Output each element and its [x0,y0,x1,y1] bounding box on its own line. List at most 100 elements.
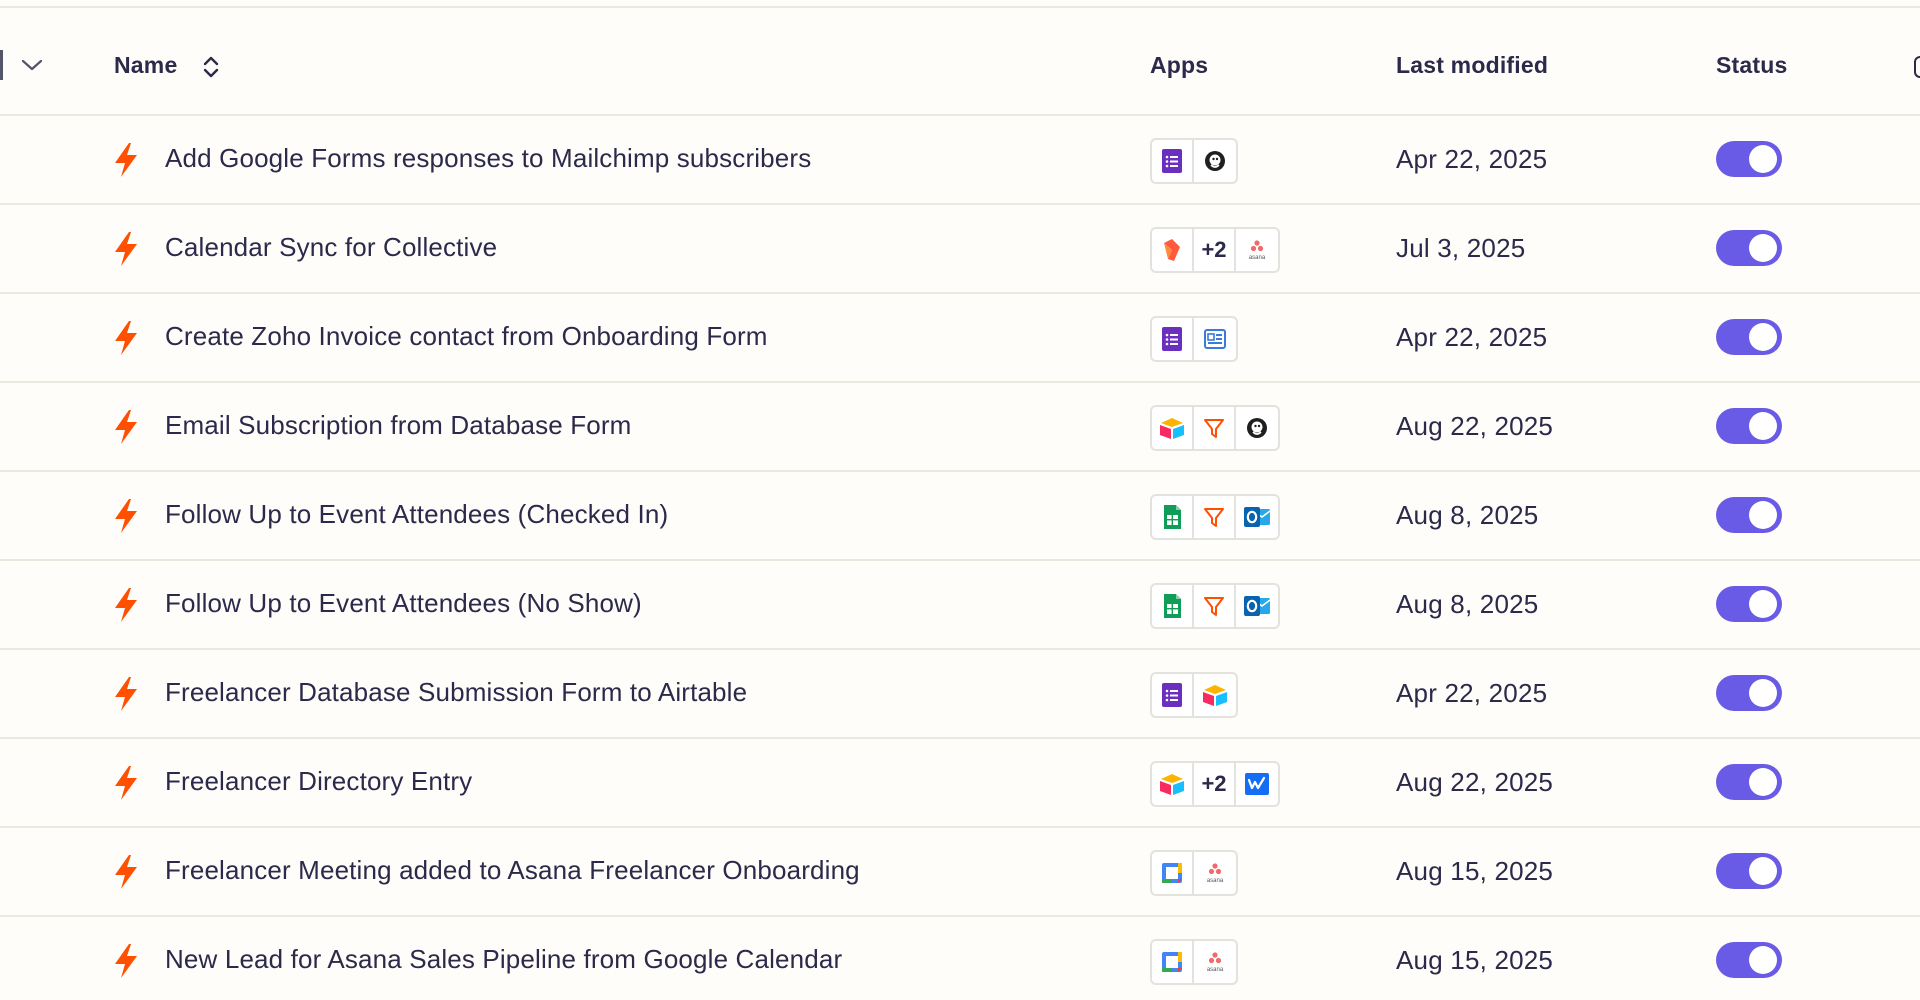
last-modified-date: Aug 8, 2025 [1396,500,1539,530]
last-modified-date: Aug 8, 2025 [1396,589,1539,619]
zap-name[interactable]: Freelancer Database Submission Form to A… [165,677,747,708]
zap-row[interactable]: Follow Up to Event Attendees (No Show) A… [0,561,1920,650]
column-header-name[interactable]: Name [114,52,177,79]
zap-name[interactable]: Follow Up to Event Attendees (Checked In… [165,499,668,530]
zap-row[interactable]: Freelancer Meeting added to Asana Freela… [0,828,1920,917]
last-modified-date: Apr 22, 2025 [1396,144,1548,174]
last-modified-date: Aug 22, 2025 [1396,767,1554,797]
status-toggle[interactable] [1716,586,1782,622]
zap-apps[interactable] [1150,405,1280,451]
zap-name[interactable]: Follow Up to Event Attendees (No Show) [165,588,642,619]
svg-text:asana: asana [1207,878,1224,884]
asana-icon: asana [1194,941,1236,983]
status-toggle[interactable] [1716,942,1782,978]
status-toggle[interactable] [1716,853,1782,889]
zap-apps[interactable]: +2 asana [1150,227,1280,273]
status-toggle[interactable] [1716,319,1782,355]
zap-apps[interactable] [1150,672,1238,718]
zap-bolt-icon [115,232,137,266]
zap-apps[interactable]: asana [1150,850,1238,896]
toggle-knob [1749,323,1777,351]
toggle-knob [1749,946,1777,974]
column-header-status: Status [1716,52,1788,78]
toggle-knob [1749,145,1777,173]
outlook-icon [1236,496,1278,538]
zap-apps[interactable]: asana [1150,939,1238,985]
zap-row[interactable]: Follow Up to Event Attendees (Checked In… [0,472,1920,561]
last-modified-date: Apr 22, 2025 [1396,678,1548,708]
zap-bolt-icon [115,321,137,355]
zap-bolt-icon [115,677,137,711]
more-apps-label: +2 [1201,771,1227,796]
zap-row[interactable]: New Lead for Asana Sales Pipeline from G… [0,917,1920,1000]
zap-bolt-icon [115,410,137,444]
google-forms-icon [1152,674,1194,716]
zap-bolt-icon [115,944,137,978]
google-forms-icon [1152,140,1194,182]
more-apps-count: +2 [1194,229,1236,271]
svg-text:asana: asana [1249,255,1266,261]
toggle-knob [1749,412,1777,440]
mailchimp-icon [1236,407,1278,449]
airtable-icon [1194,674,1236,716]
status-toggle[interactable] [1716,408,1782,444]
last-modified-date: Apr 22, 2025 [1396,322,1548,352]
outlook-icon [1236,585,1278,627]
asana-icon: asana [1236,229,1278,271]
column-header-last-modified[interactable]: Last modified [1396,52,1548,79]
collective-icon [1152,229,1194,271]
chevron-down-icon[interactable] [18,54,46,76]
zap-row[interactable]: Create Zoho Invoice contact from Onboard… [0,294,1920,383]
google-calendar-icon [1152,852,1194,894]
more-apps-count: +2 [1194,763,1236,805]
status-toggle[interactable] [1716,675,1782,711]
webflow-icon [1236,763,1278,805]
zap-name[interactable]: Email Subscription from Database Form [165,410,632,441]
zap-bolt-icon [115,855,137,889]
last-modified-date: Aug 15, 2025 [1396,945,1554,975]
toggle-knob [1749,501,1777,529]
zap-row[interactable]: Add Google Forms responses to Mailchimp … [0,116,1920,205]
zap-bolt-icon [115,143,137,177]
zap-apps[interactable] [1150,494,1280,540]
toggle-knob [1749,234,1777,262]
zap-name[interactable]: Freelancer Directory Entry [165,766,472,797]
toggle-knob [1749,768,1777,796]
status-toggle[interactable] [1716,497,1782,533]
status-toggle[interactable] [1716,764,1782,800]
filter-icon [1194,407,1236,449]
zoho-invoice-icon [1194,318,1236,360]
last-modified-date: Jul 3, 2025 [1396,233,1526,263]
google-sheets-icon [1152,496,1194,538]
zap-bolt-icon [115,766,137,800]
zap-name[interactable]: Calendar Sync for Collective [165,232,497,263]
zap-bolt-icon [115,499,137,533]
zap-apps[interactable] [1150,316,1238,362]
status-toggle[interactable] [1716,230,1782,266]
zap-row[interactable]: Email Subscription from Database Form Au… [0,383,1920,472]
zap-apps[interactable]: +2 [1150,761,1280,807]
zap-name[interactable]: Freelancer Meeting added to Asana Freela… [165,855,860,886]
zap-name[interactable]: Create Zoho Invoice contact from Onboard… [165,321,768,352]
google-sheets-icon [1152,585,1194,627]
zap-row[interactable]: Freelancer Directory Entry +2 Aug 22, 20… [0,739,1920,828]
zap-row[interactable]: Freelancer Database Submission Form to A… [0,650,1920,739]
zap-name[interactable]: Add Google Forms responses to Mailchimp … [165,143,811,174]
svg-text:asana: asana [1207,967,1224,973]
zap-apps[interactable] [1150,583,1280,629]
toggle-knob [1749,590,1777,618]
toggle-knob [1749,857,1777,885]
filter-icon [1194,585,1236,627]
filter-icon [1194,496,1236,538]
more-apps-label: +2 [1201,237,1227,262]
asana-icon: asana [1194,852,1236,894]
google-forms-icon [1152,318,1194,360]
toggle-knob [1749,679,1777,707]
zap-name[interactable]: New Lead for Asana Sales Pipeline from G… [165,944,842,975]
column-header-overflow [1914,56,1920,78]
zap-row[interactable]: Calendar Sync for Collective +2 asana Jul… [0,205,1920,294]
last-modified-date: Aug 15, 2025 [1396,856,1554,886]
status-toggle[interactable] [1716,141,1782,177]
zap-apps[interactable] [1150,138,1238,184]
sort-icon[interactable] [200,54,222,80]
